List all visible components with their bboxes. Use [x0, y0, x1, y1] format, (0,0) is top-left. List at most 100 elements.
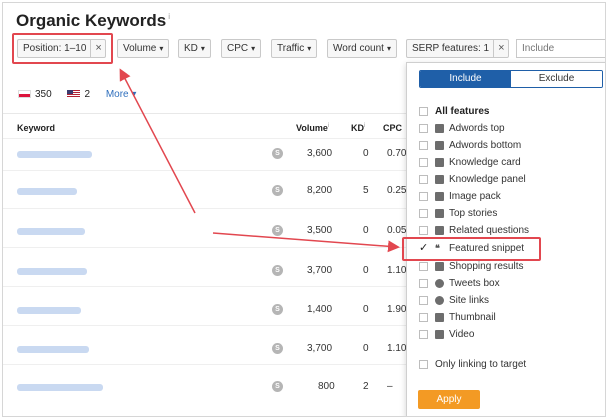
chevron-down-icon: ▾ — [200, 44, 205, 53]
all-features-option[interactable]: All features — [419, 105, 489, 121]
arrow-to-featured-snippet — [212, 232, 400, 253]
checkbox[interactable] — [419, 140, 428, 150]
keyword-link[interactable] — [17, 307, 81, 314]
kd-cell: 5 — [363, 185, 369, 196]
position-filter-highlight — [12, 33, 113, 64]
top-stories-icon — [435, 208, 444, 218]
shopping-cart-icon — [435, 261, 444, 271]
volume-cell: 3,500 — [307, 225, 333, 236]
info-icon[interactable]: i — [168, 12, 170, 21]
feature-option-top-stories[interactable]: Top stories — [419, 207, 497, 223]
more-countries-link[interactable]: More ▾ — [106, 89, 137, 100]
cpc-cell: 1.10 — [387, 265, 407, 276]
serp-badge[interactable]: S — [272, 381, 283, 392]
country-count[interactable]: 2 — [84, 89, 90, 100]
kd-cell: 2 — [363, 381, 369, 392]
cpc-cell: 0.25 — [387, 185, 407, 196]
checkbox[interactable] — [419, 278, 428, 288]
kd-cell: 0 — [363, 265, 369, 276]
include-exclude-toggle: Include Exclude — [419, 70, 603, 88]
apply-button[interactable]: Apply — [418, 390, 480, 409]
checkbox[interactable] — [419, 123, 428, 133]
include-toggle-button[interactable]: Include — [420, 71, 511, 87]
feature-option-shopping-results[interactable]: Shopping results — [419, 260, 524, 276]
checkbox[interactable] — [419, 191, 428, 201]
serp-badge[interactable]: S — [272, 148, 283, 159]
cpc-filter[interactable]: CPC ▾ — [221, 39, 262, 58]
checkbox[interactable] — [419, 329, 428, 339]
serp-badge[interactable]: S — [272, 343, 283, 354]
country-count[interactable]: 350 — [35, 89, 52, 100]
checkbox[interactable] — [419, 312, 428, 322]
page-title: Organic Keywords i — [16, 11, 170, 30]
volume-cell: 3,700 — [307, 343, 333, 354]
cpc-cell: 1.10 — [387, 343, 407, 354]
knowledge-panel-icon — [435, 174, 444, 184]
video-icon — [435, 329, 444, 339]
close-icon[interactable]: × — [498, 42, 504, 54]
keyword-link[interactable] — [17, 188, 77, 195]
kd-filter[interactable]: KD ▾ — [178, 39, 211, 58]
volume-column-header[interactable]: Volumei — [296, 123, 329, 133]
feature-option-thumbnail[interactable]: Thumbnail — [419, 311, 496, 327]
volume-cell: 1,400 — [307, 304, 333, 315]
adwords-bottom-icon — [435, 140, 444, 150]
keyword-link[interactable] — [17, 228, 85, 235]
keyword-link[interactable] — [17, 268, 87, 275]
checkbox[interactable] — [419, 106, 428, 116]
cpc-column-header[interactable]: CPC — [383, 123, 402, 133]
feature-option-adwords-top[interactable]: Adwords top — [419, 122, 505, 138]
include-search-input[interactable] — [516, 39, 605, 58]
app-frame: Organic Keywords i Position: 1–10 × Volume… — [2, 2, 606, 417]
usa-flag-icon[interactable] — [67, 90, 81, 99]
serp-badge[interactable]: S — [272, 265, 283, 276]
volume-cell: 8,200 — [307, 185, 333, 196]
feature-option-tweets-box[interactable]: Tweets box — [419, 277, 500, 293]
serp-badge[interactable]: S — [272, 225, 283, 236]
volume-cell: 3,700 — [307, 265, 333, 276]
feature-option-knowledge-card[interactable]: Knowledge card — [419, 156, 521, 172]
keyword-link[interactable] — [17, 151, 92, 158]
feature-option-adwords-bottom[interactable]: Adwords bottom — [419, 139, 521, 155]
only-linking-option[interactable]: Only linking to target — [419, 358, 526, 374]
link-icon — [435, 295, 444, 305]
word-count-filter[interactable]: Word count ▾ — [327, 39, 397, 58]
checkbox[interactable] — [419, 174, 428, 184]
volume-cell: 3,600 — [307, 148, 333, 159]
keyword-column-header[interactable]: Keyword — [17, 123, 55, 133]
cpc-cell: 1.90 — [387, 304, 407, 315]
knowledge-card-icon — [435, 157, 444, 167]
feature-option-site-links[interactable]: Site links — [419, 294, 489, 310]
exclude-toggle-button[interactable]: Exclude — [511, 71, 602, 87]
twitter-icon — [435, 278, 444, 288]
feature-option-video[interactable]: Video — [419, 328, 474, 344]
traffic-filter[interactable]: Traffic ▾ — [271, 39, 318, 58]
keyword-link[interactable] — [17, 384, 103, 391]
cpc-cell: – — [387, 381, 393, 392]
kd-cell: 0 — [363, 304, 369, 315]
image-pack-icon — [435, 191, 444, 201]
kd-column-header[interactable]: KDi — [351, 123, 365, 133]
featured-snippet-highlight — [402, 237, 541, 261]
volume-filter[interactable]: Volume ▾ — [117, 39, 170, 58]
keyword-link[interactable] — [17, 346, 89, 353]
checkbox[interactable] — [419, 261, 428, 271]
poland-flag-icon[interactable] — [18, 90, 31, 99]
serp-badge[interactable]: S — [272, 304, 283, 315]
serp-badge[interactable]: S — [272, 185, 283, 196]
serp-features-filter[interactable]: SERP features: 1 × — [406, 39, 509, 58]
adwords-top-icon — [435, 123, 444, 133]
checkbox[interactable] — [419, 359, 428, 369]
chevron-down-icon: ▾ — [386, 44, 391, 53]
thumbnail-icon — [435, 312, 444, 322]
feature-option-knowledge-panel[interactable]: Knowledge panel — [419, 173, 526, 189]
checkbox[interactable] — [419, 157, 428, 167]
checkbox[interactable] — [419, 208, 428, 218]
kd-cell: 0 — [363, 343, 369, 354]
chevron-down-icon: ▾ — [307, 44, 312, 53]
country-selector: 350 2 More ▾ — [18, 89, 136, 100]
checkbox[interactable] — [419, 225, 428, 235]
volume-cell: 800 — [318, 381, 335, 392]
checkbox[interactable] — [419, 295, 428, 305]
feature-option-image-pack[interactable]: Image pack — [419, 190, 501, 206]
